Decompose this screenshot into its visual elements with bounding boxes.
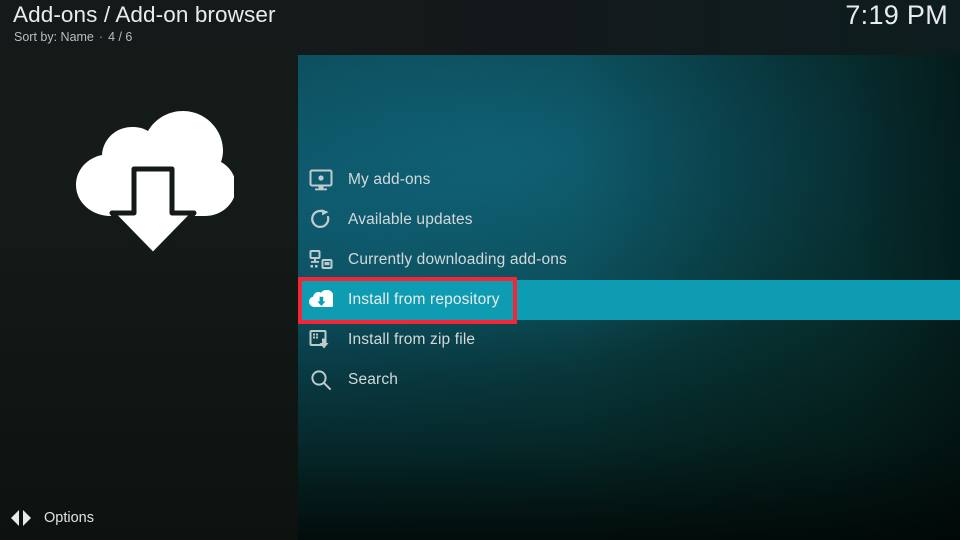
cloud-download-icon bbox=[64, 103, 236, 258]
menu-item-label: Search bbox=[348, 371, 399, 388]
page-title: Add-ons / Add-on browser bbox=[13, 2, 276, 27]
left-right-arrows-icon bbox=[10, 507, 32, 529]
menu-item-install-from-repository[interactable]: Install from repository bbox=[298, 280, 960, 320]
menu-item-available-updates[interactable]: Available updates bbox=[298, 200, 960, 240]
monitor-icon bbox=[308, 167, 334, 193]
addon-browser-menu: My add-ons Available updates Currently d… bbox=[298, 160, 960, 400]
addon-artwork bbox=[0, 80, 298, 280]
network-transfer-icon bbox=[308, 247, 334, 273]
refresh-icon bbox=[308, 207, 334, 233]
menu-item-search[interactable]: Search bbox=[298, 360, 960, 400]
menu-item-label: Install from zip file bbox=[348, 331, 476, 348]
menu-item-label: Available updates bbox=[348, 211, 473, 228]
menu-item-install-from-zip[interactable]: Install from zip file bbox=[298, 320, 960, 360]
menu-item-my-addons[interactable]: My add-ons bbox=[298, 160, 960, 200]
cloud-download-icon bbox=[308, 287, 334, 313]
zip-download-icon bbox=[308, 327, 334, 353]
header-bar: Add-ons / Add-on browser Sort by: Name · 4… bbox=[0, 0, 960, 55]
clock: 7:19 PM bbox=[845, 0, 948, 30]
kodi-addon-browser-screen: Options Add-ons / Add-on browser Sort by… bbox=[0, 0, 960, 540]
search-icon bbox=[308, 367, 334, 393]
sort-label: Sort by: Name bbox=[14, 30, 94, 44]
menu-item-label: Install from repository bbox=[348, 291, 500, 308]
options-bar[interactable]: Options bbox=[0, 496, 298, 540]
breadcrumb-meta: Sort by: Name · 4 / 6 bbox=[14, 30, 132, 44]
options-label: Options bbox=[44, 510, 94, 526]
item-count: 4 / 6 bbox=[108, 30, 133, 44]
menu-item-label: My add-ons bbox=[348, 171, 431, 188]
menu-item-currently-downloading[interactable]: Currently downloading add-ons bbox=[298, 240, 960, 280]
sidebar-panel: Options bbox=[0, 0, 298, 540]
menu-item-label: Currently downloading add-ons bbox=[348, 251, 567, 268]
meta-separator: · bbox=[98, 30, 104, 44]
